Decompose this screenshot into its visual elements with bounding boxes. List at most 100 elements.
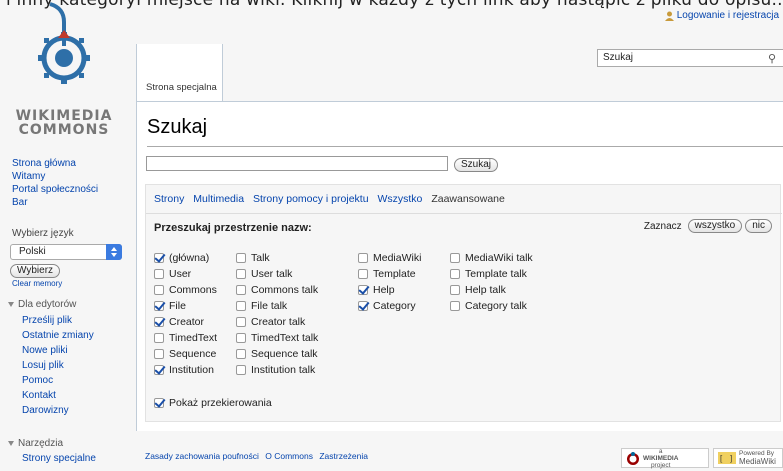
namespace-option-commons[interactable]: Commons	[154, 282, 217, 298]
select-all-button[interactable]: wszystko	[687, 219, 743, 233]
powered-by-mediawiki-badge[interactable]: [] Powered By MediaWiki	[713, 448, 783, 468]
namespace-checkbox[interactable]	[154, 269, 164, 279]
namespace-option-file[interactable]: File	[154, 298, 217, 314]
namespace-option-główna[interactable]: (główna)	[154, 250, 217, 266]
namespace-checkbox[interactable]	[154, 365, 164, 375]
namespace-checkbox[interactable]	[450, 253, 460, 263]
namespace-column-3: MediaWiki Template Help Category	[358, 250, 421, 314]
profile-tab-pages[interactable]: Strony	[154, 193, 184, 205]
sidebar-item-contact[interactable]: Kontakt	[22, 388, 94, 403]
show-redirects-checkbox[interactable]	[154, 398, 164, 408]
profile-tab-help-project[interactable]: Strony pomocy i projektu	[253, 193, 369, 205]
sidebar-item-donate[interactable]: Darowizny	[22, 403, 94, 418]
namespace-checkbox[interactable]	[358, 269, 368, 279]
namespace-option-creator-talk[interactable]: Creator talk	[236, 314, 318, 330]
namespace-label: TimedText talk	[251, 332, 319, 344]
namespace-option-sequence[interactable]: Sequence	[154, 346, 217, 362]
namespace-option-help-talk[interactable]: Help talk	[450, 282, 533, 298]
namespace-label: Commons talk	[251, 284, 319, 296]
namespace-label: (główna)	[169, 252, 210, 264]
namespace-label: User talk	[251, 268, 293, 280]
namespace-checkbox[interactable]	[450, 301, 460, 311]
editors-list: Prześlij plik Ostatnie zmiany Nowe pliki…	[22, 313, 94, 418]
namespace-option-institution-talk[interactable]: Institution talk	[236, 362, 318, 378]
sidebar-item-community-portal[interactable]: Portal społeczności	[12, 183, 124, 196]
namespace-checkbox[interactable]	[154, 333, 164, 343]
sidebar-item-main-page[interactable]: Strona główna	[12, 157, 124, 170]
namespace-checkbox[interactable]	[154, 301, 164, 311]
namespace-checkbox[interactable]	[236, 301, 246, 311]
namespace-option-timedtext[interactable]: TimedText	[154, 330, 217, 346]
select-none-button[interactable]: nic	[745, 219, 772, 233]
namespace-checkbox[interactable]	[154, 253, 164, 263]
tools-section-toggle[interactable]: Narzędzia	[8, 438, 63, 449]
namespace-checkbox[interactable]	[236, 365, 246, 375]
sidebar-item-special-pages[interactable]: Strony specjalne	[22, 451, 96, 466]
namespace-option-talk[interactable]: Talk	[236, 250, 318, 266]
site-logo[interactable]: WIKIMEDIA COMMONS	[0, 0, 128, 144]
namespace-option-commons-talk[interactable]: Commons talk	[236, 282, 318, 298]
namespace-checkbox[interactable]	[236, 349, 246, 359]
search-submit-button[interactable]: Szukaj	[454, 158, 499, 172]
language-select[interactable]: Polski	[10, 244, 122, 260]
namespace-checkbox[interactable]	[236, 253, 246, 263]
namespace-checkbox[interactable]	[236, 333, 246, 343]
namespace-option-help[interactable]: Help	[358, 282, 421, 298]
namespace-label: Institution	[169, 364, 214, 376]
namespace-checkbox[interactable]	[154, 285, 164, 295]
namespace-label: Sequence	[169, 348, 217, 360]
namespace-checkbox[interactable]	[236, 269, 246, 279]
header-search-value: Szukaj	[603, 52, 634, 63]
namespace-checkbox[interactable]	[450, 285, 460, 295]
sidebar-item-help[interactable]: Pomoc	[22, 373, 94, 388]
namespace-checkbox[interactable]	[236, 317, 246, 327]
namespace-option-file-talk[interactable]: File talk	[236, 298, 318, 314]
sidebar-item-new-files[interactable]: Nowe pliki	[22, 343, 94, 358]
namespace-option-category-talk[interactable]: Category talk	[450, 298, 533, 314]
namespace-option-template-talk[interactable]: Template talk	[450, 266, 533, 282]
namespace-option-user-talk[interactable]: User talk	[236, 266, 318, 282]
sidebar-item-recent-changes[interactable]: Ostatnie zmiany	[22, 328, 94, 343]
namespace-checkbox[interactable]	[236, 285, 246, 295]
namespace-checkbox[interactable]	[358, 253, 368, 263]
namespace-checkbox[interactable]	[154, 349, 164, 359]
sidebar-item-upload[interactable]: Prześlij plik	[22, 313, 94, 328]
namespace-checkbox[interactable]	[154, 317, 164, 327]
namespace-checkbox[interactable]	[358, 301, 368, 311]
namespace-label: File	[169, 300, 186, 312]
namespace-label: Category	[373, 300, 416, 312]
editors-section-toggle[interactable]: Dla edytorów	[8, 299, 76, 310]
sidebar-item-village-pump[interactable]: Bar	[12, 196, 124, 209]
namespace-option-creator[interactable]: Creator	[154, 314, 217, 330]
sidebar-item-welcome[interactable]: Witamy	[12, 170, 124, 183]
namespace-option-sequence-talk[interactable]: Sequence talk	[236, 346, 318, 362]
profile-tab-all[interactable]: Wszystko	[377, 193, 422, 205]
namespace-checkbox[interactable]	[358, 285, 368, 295]
title-divider	[147, 146, 783, 147]
show-redirects-option[interactable]: Pokaż przekierowania	[154, 395, 272, 411]
magnifier-icon[interactable]: ⚲	[768, 52, 776, 65]
namespace-option-user[interactable]: User	[154, 266, 217, 282]
namespace-option-mediawiki-talk[interactable]: MediaWiki talk	[450, 250, 533, 266]
wikimedia-project-badge[interactable]: a WIKIMEDIA project	[621, 448, 709, 469]
footer-privacy-link[interactable]: Zasady zachowania poufności	[145, 451, 259, 461]
footer-about-link[interactable]: O Commons	[265, 451, 313, 461]
namespace-label: Creator talk	[251, 316, 306, 328]
language-choose-button[interactable]: Wybierz	[10, 264, 61, 278]
namespace-label: Template	[373, 268, 416, 280]
footer-disclaimer-link[interactable]: Zastrzeżenia	[319, 451, 368, 461]
search-query-input[interactable]	[146, 156, 448, 171]
header-search-input[interactable]: Szukaj ⚲	[597, 49, 783, 67]
namespace-option-institution[interactable]: Institution	[154, 362, 217, 378]
namespace-option-mediawiki[interactable]: MediaWiki	[358, 250, 421, 266]
namespace-option-template[interactable]: Template	[358, 266, 421, 282]
clear-memory-link[interactable]: Clear memory	[12, 279, 62, 288]
namespace-column-2: Talk User talk Commons talk File talk Creato…	[236, 250, 318, 378]
namespace-toggle-row: Zaznacz wszystko nic	[644, 219, 772, 233]
sidebar-item-random-file[interactable]: Losuj plik	[22, 358, 94, 373]
namespace-option-timedtext-talk[interactable]: TimedText talk	[236, 330, 318, 346]
tab-special-page[interactable]: Strona specjalna	[136, 44, 223, 101]
profile-tab-multimedia[interactable]: Multimedia	[193, 193, 244, 205]
namespace-option-category[interactable]: Category	[358, 298, 421, 314]
namespace-checkbox[interactable]	[450, 269, 460, 279]
